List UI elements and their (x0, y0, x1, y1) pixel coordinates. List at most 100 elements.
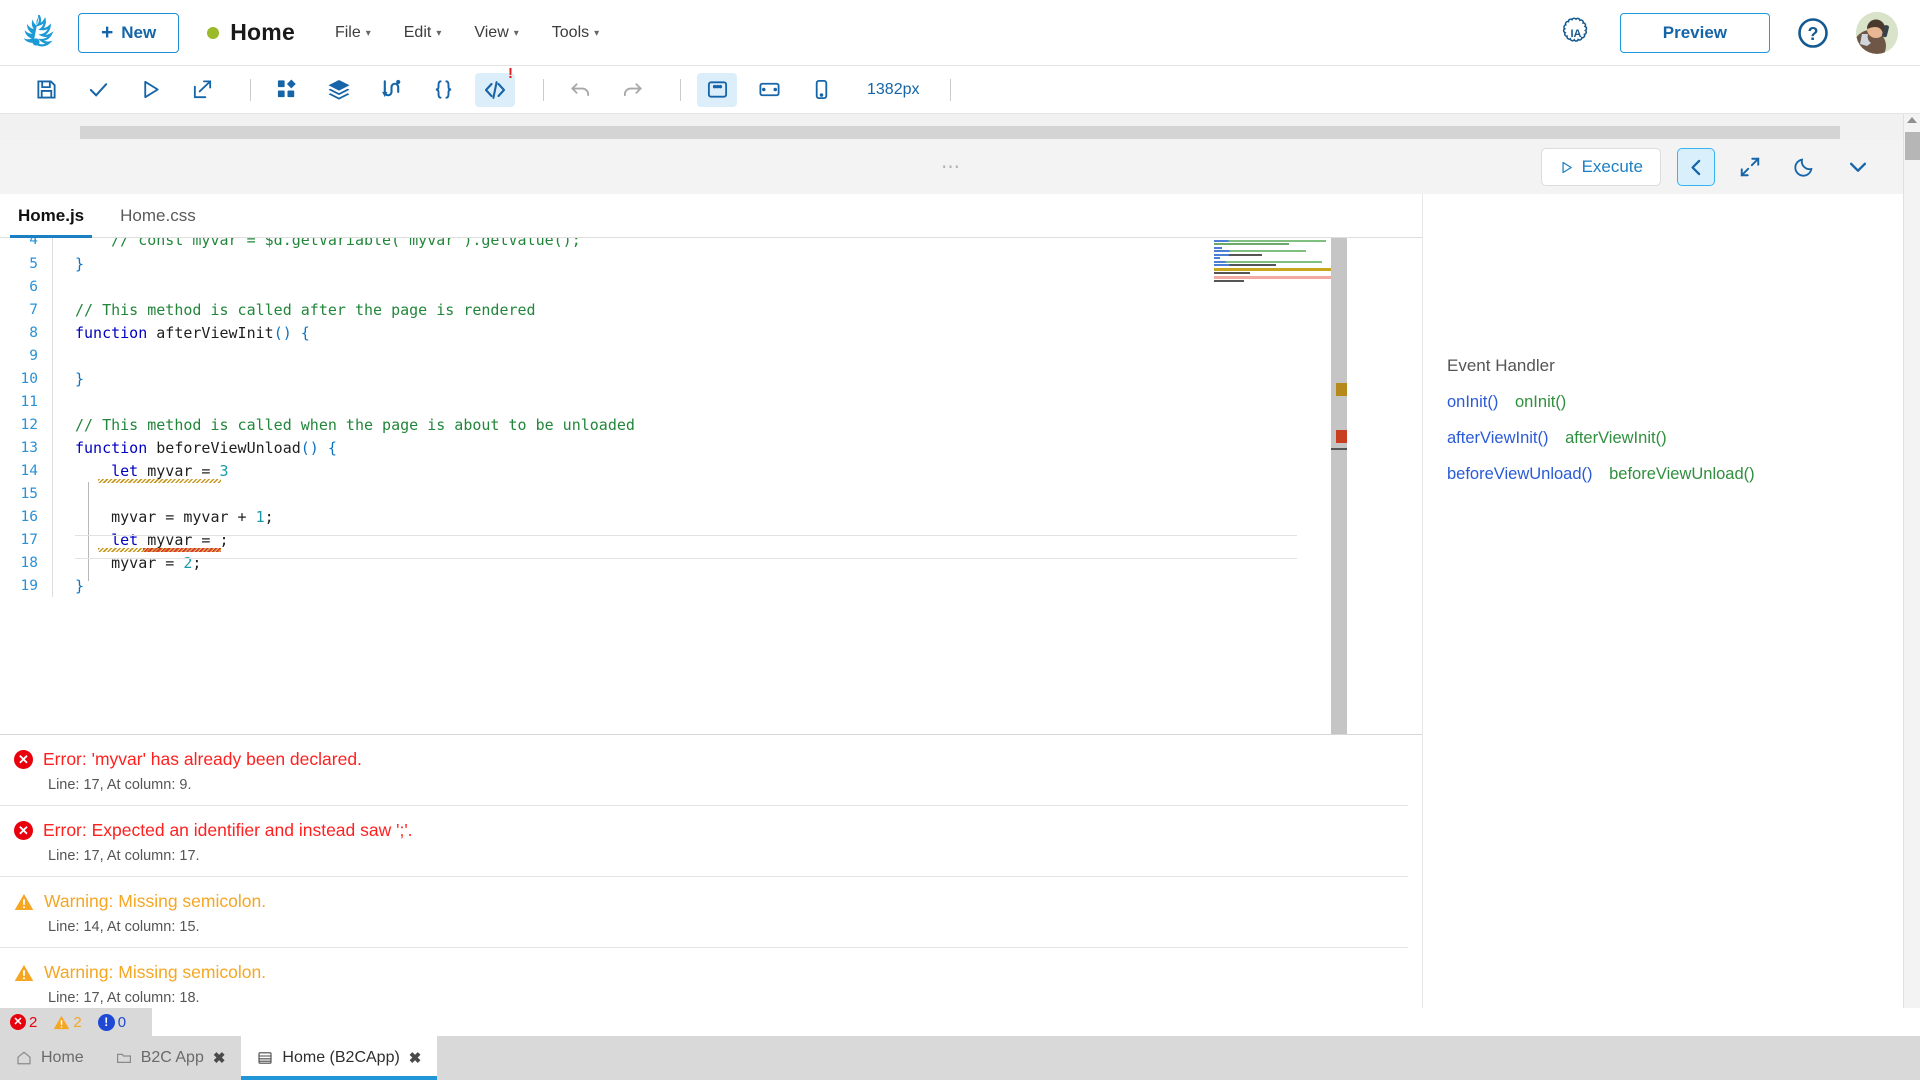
ia-assistant-icon[interactable]: IA (1559, 16, 1593, 50)
execute-button[interactable]: Execute (1541, 148, 1661, 186)
braces-icon[interactable] (423, 73, 463, 107)
bottom-tab-b2c-app[interactable]: B2C App ✖ (100, 1036, 242, 1080)
code-error-badge: ! (508, 66, 513, 81)
code-line[interactable]: 17 let myvar = ; (0, 528, 1422, 551)
code-line[interactable]: 18 myvar = 2; (0, 551, 1422, 574)
error-count[interactable]: ✕ 2 (10, 1014, 37, 1031)
code-line[interactable]: 7 // This method is called after the pag… (0, 298, 1422, 321)
error-icon: ✕ (14, 750, 33, 769)
problem-counts[interactable]: ✕ 2 2 ! 0 (0, 1008, 152, 1036)
info-count[interactable]: ! 0 (98, 1014, 126, 1031)
menu-edit[interactable]: Edit ▾ (404, 24, 442, 42)
code-line[interactable]: 19 } (0, 574, 1422, 597)
bottom-tab-home-b2capp[interactable]: Home (B2CApp) ✖ (241, 1036, 437, 1080)
problem-message: Warning: Missing semicolon. (44, 962, 266, 983)
warning-marker[interactable] (1336, 383, 1347, 396)
info-count-value: 0 (118, 1014, 126, 1031)
avatar[interactable] (1856, 12, 1898, 54)
frog-logo-icon[interactable] (0, 13, 78, 53)
menu-file[interactable]: File ▾ (335, 24, 371, 42)
moon-icon[interactable] (1785, 148, 1823, 186)
redo-icon[interactable] (612, 73, 652, 107)
data-flow-icon[interactable] (371, 73, 411, 107)
code-icon[interactable]: ! (475, 73, 515, 107)
layers-icon[interactable] (319, 73, 359, 107)
new-button-label: New (121, 23, 156, 43)
code-lines[interactable]: 4 // const myvar = $d.getVariable('myvar… (0, 238, 1422, 597)
handler-method[interactable]: onInit() (1515, 393, 1566, 411)
panel-bar-actions: Execute (1541, 148, 1903, 186)
panel-drag-handle[interactable]: ⋯ (941, 156, 962, 179)
code-text: } (53, 370, 84, 388)
chevron-down-icon[interactable] (1839, 148, 1877, 186)
toolbar-divider (950, 79, 951, 101)
code-line[interactable]: 8 function afterViewInit() { (0, 321, 1422, 344)
warning-count[interactable]: 2 (53, 1014, 81, 1031)
undo-icon[interactable] (560, 73, 600, 107)
components-icon[interactable] (267, 73, 307, 107)
code-line[interactable]: 5 } (0, 252, 1422, 275)
file-tab-home-css[interactable]: Home.css (102, 206, 214, 237)
code-line[interactable]: 14 let myvar = 3 (0, 459, 1422, 482)
desktop-icon[interactable] (697, 73, 737, 107)
error-marker[interactable] (1336, 430, 1347, 443)
horizontal-scrollbar[interactable] (80, 126, 1840, 139)
code-editor[interactable]: 4 // const myvar = $d.getVariable('myvar… (0, 238, 1422, 734)
error-icon: ✕ (14, 821, 33, 840)
expand-diagonal-icon[interactable] (1731, 148, 1769, 186)
problem-row[interactable]: Warning: Missing semicolon. Line: 14, At… (0, 877, 1408, 948)
line-number: 8 (0, 325, 52, 341)
code-line[interactable]: 12 // This method is called when the pag… (0, 413, 1422, 436)
scroll-up-arrow-icon[interactable] (1907, 117, 1917, 123)
event-name[interactable]: afterViewInit() (1447, 429, 1548, 447)
code-line[interactable]: 9 (0, 344, 1422, 367)
line-number: 11 (0, 394, 52, 410)
file-tab-home-js[interactable]: Home.js (0, 206, 102, 237)
play-icon[interactable] (130, 73, 170, 107)
new-button[interactable]: + New (78, 13, 179, 53)
code-line[interactable]: 15 (0, 482, 1422, 505)
close-icon[interactable]: ✖ (409, 1049, 422, 1067)
bottom-tab-home[interactable]: Home (0, 1036, 100, 1080)
chevron-down-icon: ▾ (436, 28, 441, 39)
check-icon[interactable] (78, 73, 118, 107)
editor-vertical-scrollbar[interactable] (1331, 238, 1347, 734)
help-question-icon[interactable]: ? (1797, 17, 1829, 49)
handler-method[interactable]: afterViewInit() (1565, 429, 1666, 447)
line-number: 17 (0, 532, 52, 548)
preview-button[interactable]: Preview (1620, 13, 1770, 53)
chevron-left-icon[interactable] (1677, 148, 1715, 186)
mobile-icon[interactable] (801, 73, 841, 107)
page-status-dot (207, 27, 219, 39)
code-minimap[interactable] (1214, 238, 1331, 284)
code-line[interactable]: 11 (0, 390, 1422, 413)
menu-view[interactable]: View ▾ (474, 24, 518, 42)
folder-icon (116, 1050, 132, 1066)
code-text: function afterViewInit() { (53, 324, 310, 342)
page-vertical-scrollbar[interactable] (1903, 114, 1920, 1018)
event-name[interactable]: onInit() (1447, 393, 1498, 411)
gutter-divider (52, 344, 53, 367)
share-icon[interactable] (182, 73, 222, 107)
menu-tools-label: Tools (552, 24, 589, 42)
problem-row[interactable]: ✕ Error: 'myvar' has already been declar… (0, 735, 1408, 806)
error-icon: ✕ (10, 1014, 26, 1030)
bottom-tab-label: Home (41, 1049, 84, 1067)
event-handler-row: afterViewInit() afterViewInit() (1423, 412, 1903, 448)
close-icon[interactable]: ✖ (213, 1049, 226, 1067)
code-line[interactable]: 4 // const myvar = $d.getVariable('myvar… (0, 238, 1422, 252)
tablet-icon[interactable] (749, 73, 789, 107)
code-line[interactable]: 10 } (0, 367, 1422, 390)
menu-tools[interactable]: Tools ▾ (552, 24, 599, 42)
save-icon[interactable] (26, 73, 66, 107)
viewport-width-label[interactable]: 1382px (867, 81, 920, 99)
code-line[interactable]: 13 function beforeViewUnload() { (0, 436, 1422, 459)
problem-row[interactable]: ✕ Error: Expected an identifier and inst… (0, 806, 1408, 877)
code-line[interactable]: 16 myvar = myvar + 1; (0, 505, 1422, 528)
handler-method[interactable]: beforeViewUnload() (1609, 465, 1755, 483)
code-fold-guide (88, 482, 89, 581)
scrollbar-thumb[interactable] (1905, 132, 1920, 160)
event-name[interactable]: beforeViewUnload() (1447, 465, 1593, 483)
code-line[interactable]: 6 (0, 275, 1422, 298)
info-icon: ! (98, 1014, 115, 1031)
